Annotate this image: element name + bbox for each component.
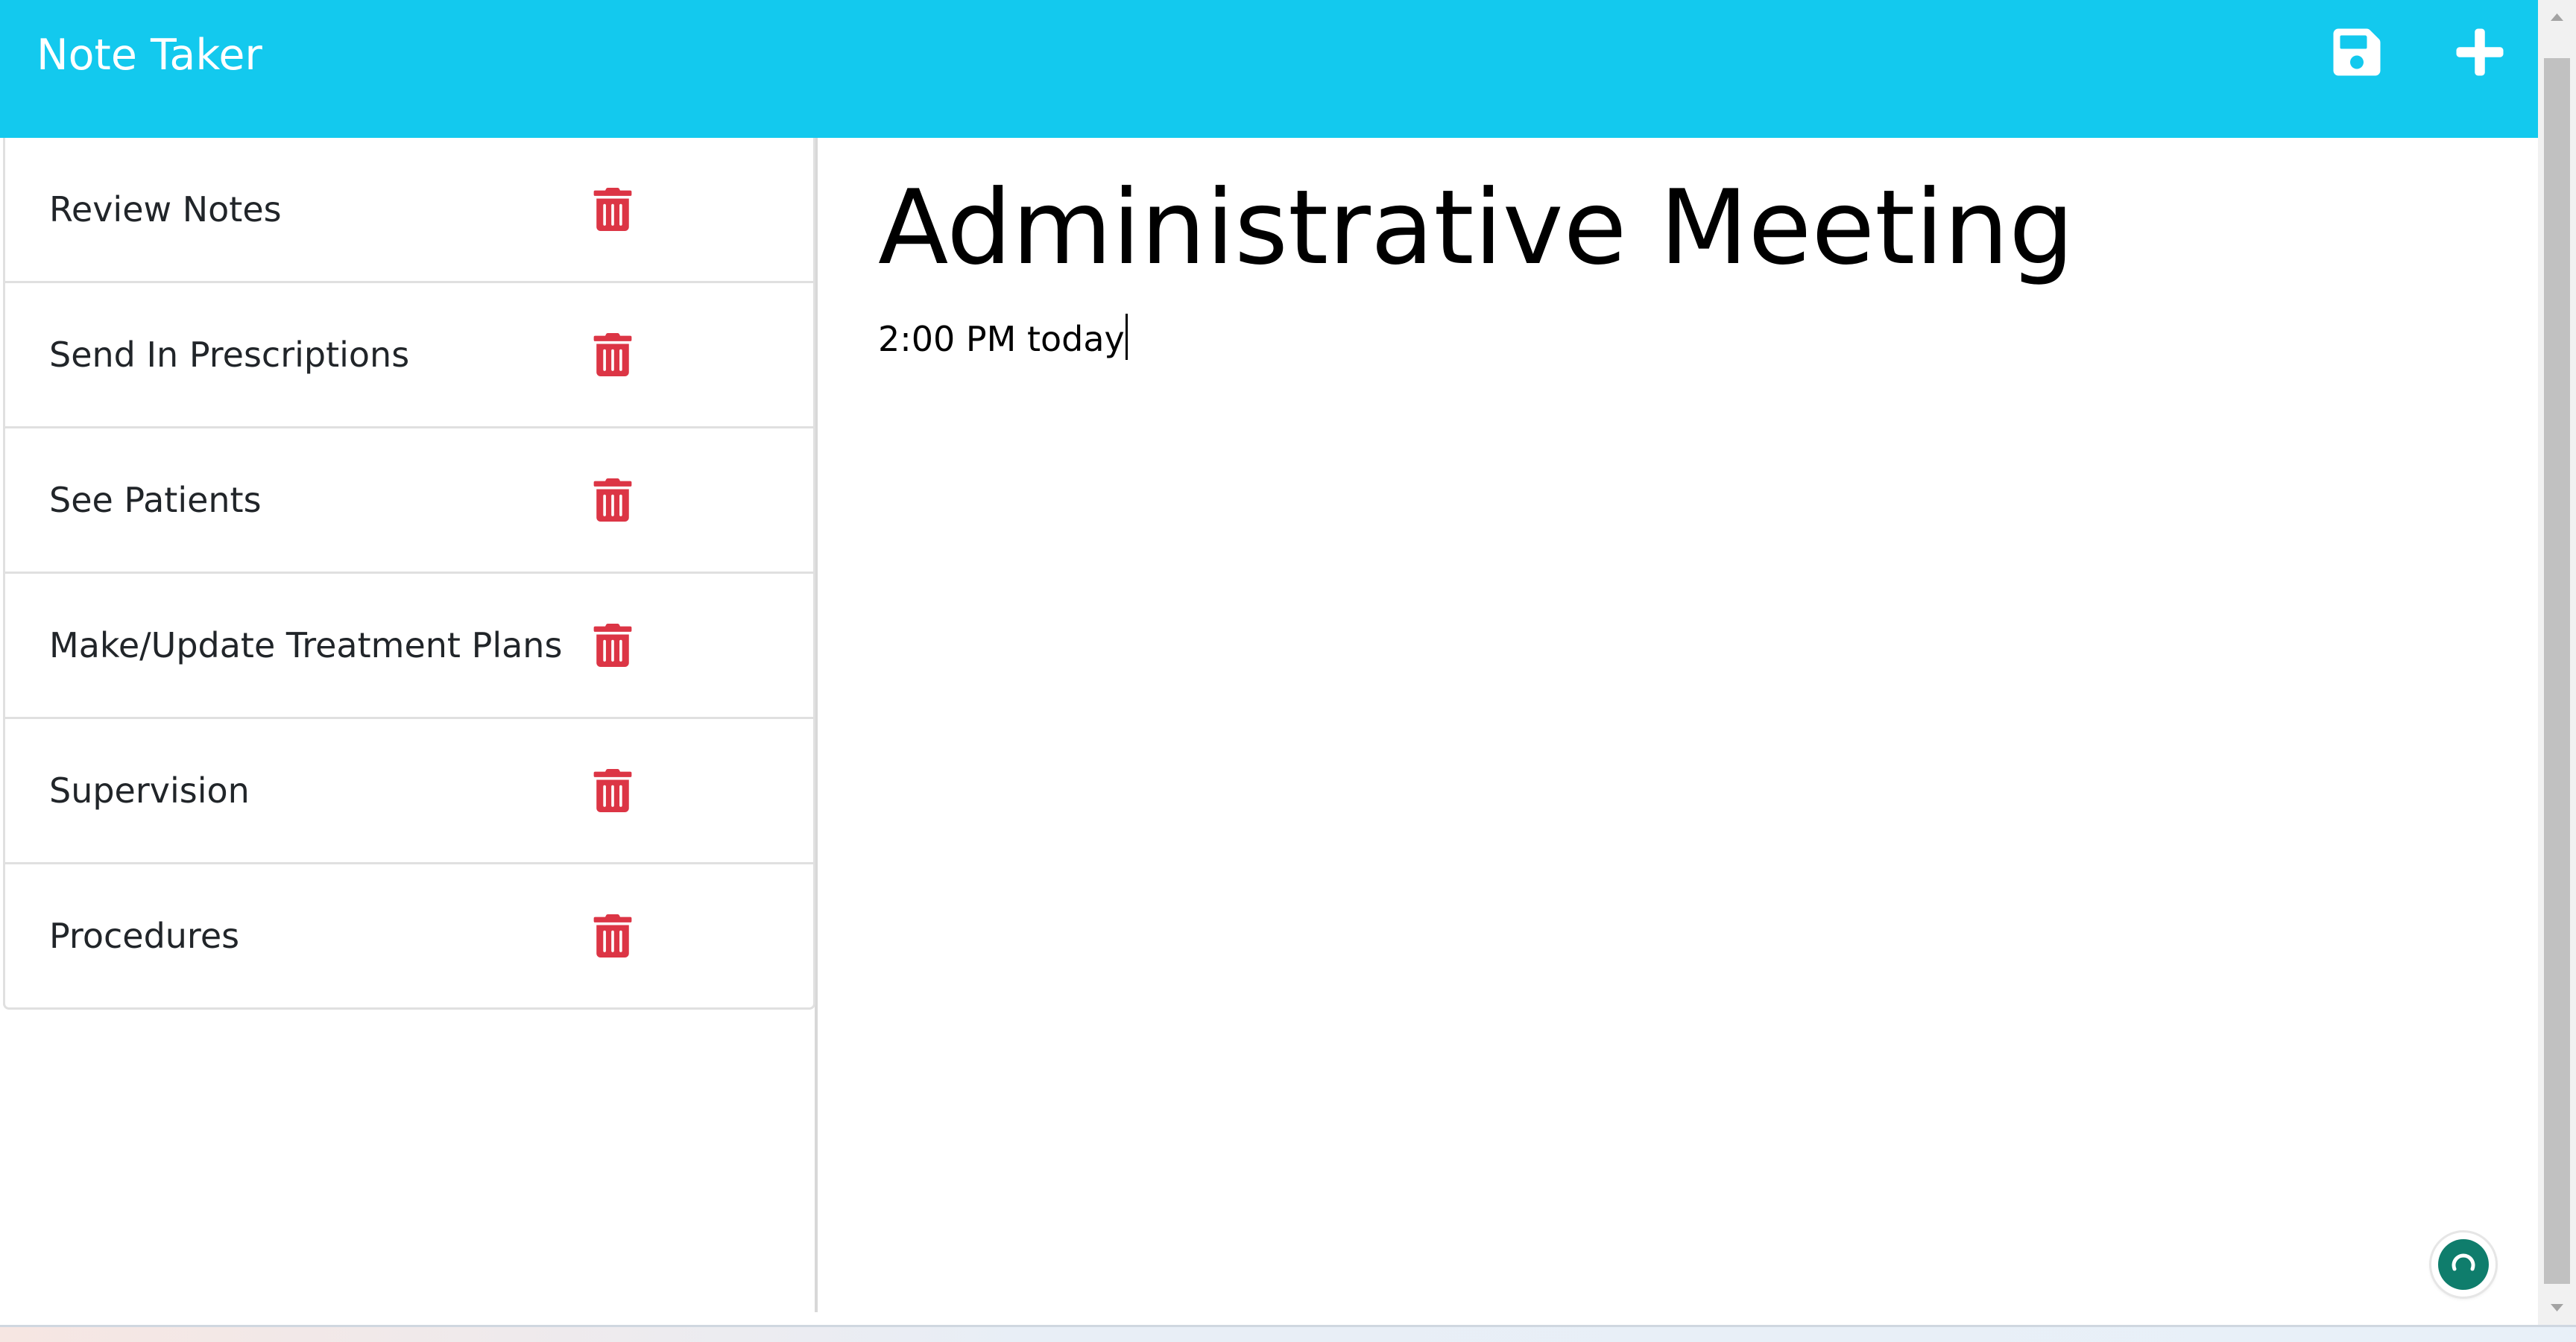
trash-icon: [593, 624, 632, 667]
note-text-content: 2:00 PM today: [878, 319, 1125, 359]
floppy-disk-icon: [2333, 28, 2381, 76]
scroll-up-arrow-icon[interactable]: [2538, 0, 2576, 33]
note-list-item[interactable]: Review Notes: [5, 138, 813, 281]
delete-note-button[interactable]: [593, 624, 632, 667]
trash-icon: [593, 478, 632, 522]
navbar: Note Taker: [0, 0, 2538, 138]
delete-note-button[interactable]: [593, 769, 632, 812]
note-item-title: Review Notes: [49, 189, 282, 230]
note-textarea[interactable]: 2:00 PM today: [878, 314, 2481, 1208]
note-item-title: Make/Update Treatment Plans: [49, 625, 563, 665]
notes-sidebar: Review Notes Send In Prescriptions See P…: [0, 138, 818, 1312]
refresh-icon: [2438, 1239, 2489, 1290]
note-list-item[interactable]: Send In Prescriptions: [5, 281, 813, 426]
note-title-input[interactable]: Administrative Meeting: [878, 168, 2481, 294]
note-list-item[interactable]: Make/Update Treatment Plans: [5, 572, 813, 717]
notes-list: Review Notes Send In Prescriptions See P…: [3, 138, 815, 1010]
taskbar-strip: [0, 1325, 2576, 1342]
note-item-title: Procedures: [49, 916, 240, 956]
note-item-title: Send In Prescriptions: [49, 335, 410, 375]
delete-note-button[interactable]: [593, 914, 632, 958]
scroll-down-arrow-icon[interactable]: [2538, 1292, 2576, 1325]
delete-note-button[interactable]: [593, 478, 632, 522]
trash-icon: [593, 188, 632, 231]
new-note-button[interactable]: [2453, 25, 2507, 79]
note-list-item[interactable]: Supervision: [5, 717, 813, 862]
trash-icon: [593, 914, 632, 958]
note-editor: Administrative Meeting 2:00 PM today: [821, 138, 2538, 1312]
trash-icon: [593, 769, 632, 812]
note-item-title: See Patients: [49, 480, 262, 520]
trash-icon: [593, 333, 632, 376]
plus-icon: [2456, 28, 2504, 76]
page-scrollbar[interactable]: [2538, 0, 2576, 1325]
note-item-title: Supervision: [49, 770, 250, 811]
scrollbar-thumb[interactable]: [2544, 58, 2570, 1284]
delete-note-button[interactable]: [593, 333, 632, 376]
delete-note-button[interactable]: [593, 188, 632, 231]
app-brand[interactable]: Note Taker: [37, 28, 262, 82]
floating-assistant-button[interactable]: [2431, 1232, 2496, 1297]
save-note-button[interactable]: [2330, 25, 2384, 79]
text-caret: [1125, 314, 1128, 360]
note-list-item[interactable]: See Patients: [5, 426, 813, 572]
note-list-item[interactable]: Procedures: [5, 862, 813, 1007]
